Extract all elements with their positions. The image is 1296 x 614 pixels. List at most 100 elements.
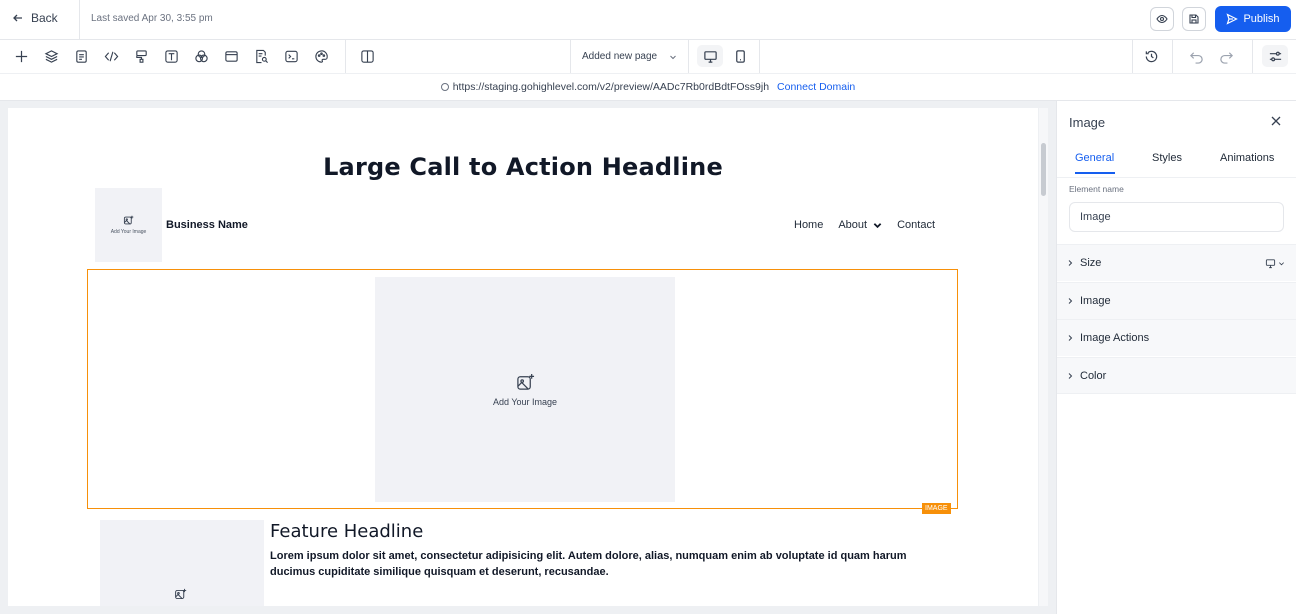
top-bar: Back Last saved Apr 30, 3:55 pm Publish: [0, 0, 1296, 40]
split-view-button[interactable]: [358, 47, 376, 65]
device-toggle[interactable]: [1265, 258, 1285, 269]
save-icon: [1189, 14, 1199, 24]
sliders-icon: [1269, 51, 1281, 61]
divider: [570, 40, 571, 73]
mobile-view-button[interactable]: [731, 45, 749, 67]
preview-url[interactable]: https://staging.gohighlevel.com/v2/previ…: [440, 81, 770, 93]
business-name[interactable]: Business Name: [166, 219, 248, 231]
page-select-value: Added new page: [582, 51, 658, 62]
text-button[interactable]: [162, 47, 180, 65]
desktop-icon: [703, 50, 717, 63]
settings-button[interactable]: [1262, 45, 1288, 67]
layout-button[interactable]: [222, 47, 240, 65]
save-button[interactable]: [1182, 7, 1206, 31]
section-image[interactable]: Image: [1057, 282, 1296, 319]
tab-general[interactable]: General: [1075, 152, 1114, 164]
desktop-icon: [1265, 259, 1276, 269]
color-circles-icon: [194, 49, 208, 62]
page-icon: [75, 49, 87, 63]
canvas-scrollbar-thumb[interactable]: [1041, 143, 1046, 196]
nav-logo-placeholder[interactable]: Add Your Image: [95, 188, 162, 262]
preview-url-text: https://staging.gohighlevel.com/v2/previ…: [452, 81, 770, 93]
columns-icon: [360, 49, 374, 63]
nav-logo-label: Add Your Image: [110, 229, 147, 235]
feature-body-text[interactable]: Lorem ipsum dolor sit amet, consectetur …: [270, 548, 930, 580]
image-placeholder[interactable]: Add Your Image: [375, 277, 675, 502]
nav-link-contact[interactable]: Contact: [897, 219, 935, 231]
undo-button[interactable]: [1187, 47, 1205, 65]
nav-link-about[interactable]: About: [838, 219, 882, 231]
divider: [688, 40, 689, 73]
plus-icon: [15, 50, 27, 62]
image-add-icon: [516, 373, 534, 390]
colors-button[interactable]: [192, 47, 210, 65]
section-size[interactable]: Size: [1057, 244, 1296, 281]
code-button[interactable]: [102, 47, 120, 65]
publish-label: Publish: [1243, 13, 1280, 25]
section-image-actions[interactable]: Image Actions: [1057, 319, 1296, 356]
divider: [345, 40, 346, 73]
connect-domain-link[interactable]: Connect Domain: [777, 81, 855, 93]
browser-window-icon: [224, 50, 238, 62]
section-image-label: Image: [1080, 295, 1111, 307]
layers-button[interactable]: [42, 47, 60, 65]
theme-button[interactable]: [312, 47, 330, 65]
preview-button[interactable]: [1150, 7, 1174, 31]
text-icon: [164, 49, 178, 63]
back-button[interactable]: Back: [12, 11, 58, 25]
section-image-actions-label: Image Actions: [1080, 332, 1150, 344]
nav-menu: Home About Contact: [794, 219, 935, 231]
redo-button[interactable]: [1217, 47, 1235, 65]
chevron-down-icon: [873, 222, 882, 228]
image-add-icon: [123, 215, 134, 225]
selected-image-element[interactable]: Add Your Image: [87, 269, 958, 509]
chevron-down-icon: [670, 55, 676, 59]
terminal-button[interactable]: [282, 47, 300, 65]
page-select-dropdown[interactable]: Added new page: [582, 51, 677, 62]
mobile-icon: [735, 49, 745, 63]
globe-icon: [440, 83, 449, 91]
add-element-button[interactable]: [12, 47, 30, 65]
element-name-input[interactable]: [1069, 202, 1284, 232]
section-size-label: Size: [1080, 257, 1102, 269]
chevron-right-icon: [1068, 260, 1073, 266]
chevron-right-icon: [1068, 335, 1073, 341]
tab-animations[interactable]: Animations: [1220, 152, 1274, 164]
terminal-icon: [284, 50, 298, 62]
paint-roller-icon: [135, 49, 147, 63]
panel-title: Image: [1069, 115, 1106, 130]
feature-headline[interactable]: Feature Headline: [270, 521, 423, 542]
chevron-right-icon: [1068, 298, 1073, 304]
divider: [759, 40, 760, 73]
page-canvas[interactable]: Large Call to Action Headline Add Your I…: [8, 108, 1038, 606]
element-settings-panel: Image General Styles Animations Element …: [1056, 101, 1296, 614]
close-icon: [1271, 116, 1281, 126]
image-placeholder-label: Add Your Image: [492, 396, 558, 407]
publish-button[interactable]: Publish: [1215, 6, 1291, 32]
send-icon: [1226, 13, 1239, 25]
nav-link-home[interactable]: Home: [794, 219, 823, 231]
pages-button[interactable]: [72, 47, 90, 65]
editor-toolbar: Added new page: [0, 40, 1296, 73]
cta-headline[interactable]: Large Call to Action Headline: [8, 153, 1038, 181]
paint-button[interactable]: [132, 47, 150, 65]
redo-icon: [1219, 51, 1233, 64]
arrow-left-icon: [13, 14, 22, 22]
last-saved-status: Last saved Apr 30, 3:55 pm: [91, 13, 213, 24]
seo-button[interactable]: [252, 47, 270, 65]
section-color-label: Color: [1080, 369, 1107, 382]
layers-icon: [44, 49, 58, 63]
chevron-right-icon: [1068, 372, 1073, 379]
tab-styles[interactable]: Styles: [1152, 152, 1182, 164]
back-label: Back: [31, 11, 58, 25]
history-icon: [1145, 50, 1157, 62]
chevron-down-icon: [1279, 262, 1284, 266]
section-color[interactable]: Color: [1057, 357, 1296, 394]
undo-icon: [1189, 51, 1203, 64]
close-panel-button[interactable]: [1269, 114, 1283, 128]
active-tab-indicator: [1075, 172, 1115, 174]
eye-icon: [1156, 14, 1168, 24]
desktop-view-button[interactable]: [697, 45, 723, 67]
history-button[interactable]: [1142, 47, 1160, 65]
feature-image-placeholder[interactable]: [100, 520, 264, 606]
